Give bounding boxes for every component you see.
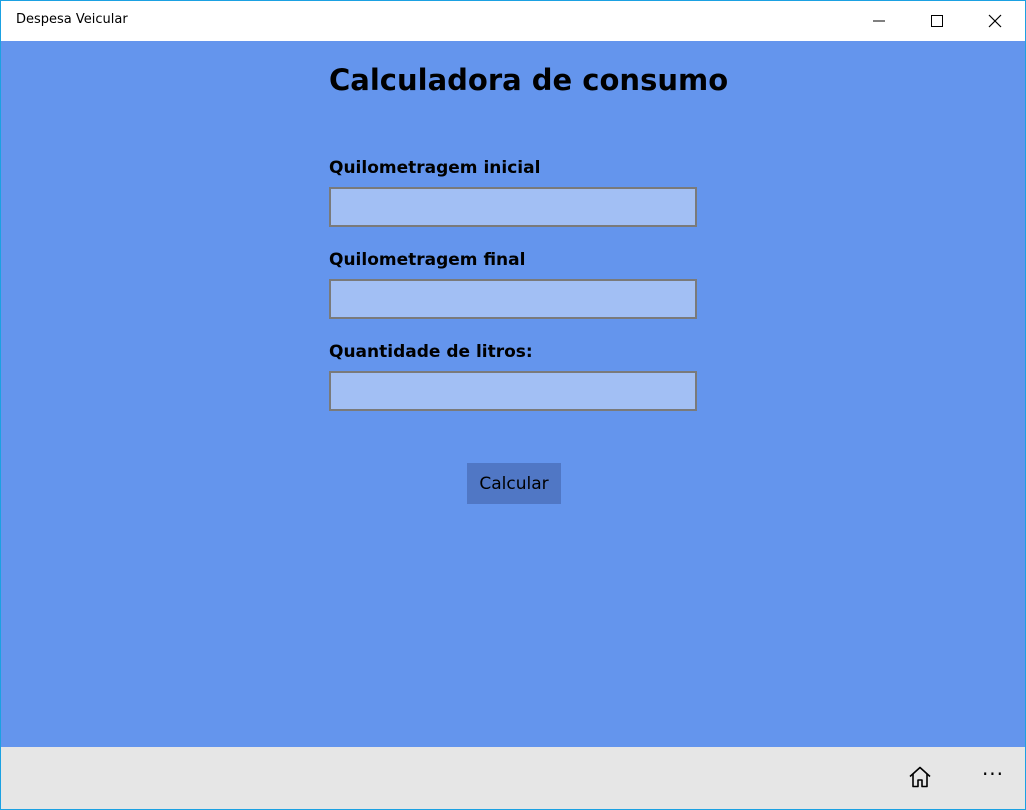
final-mileage-input[interactable] bbox=[329, 279, 697, 319]
maximize-button[interactable] bbox=[908, 1, 966, 41]
liters-quantity-label: Quantidade de litros: bbox=[329, 342, 533, 362]
close-icon bbox=[988, 14, 1002, 28]
liters-quantity-input[interactable] bbox=[329, 371, 697, 411]
initial-mileage-label: Quilometragem inicial bbox=[329, 158, 541, 178]
initial-mileage-input[interactable] bbox=[329, 187, 697, 227]
main-content: Calculadora de consumo Quilometragem ini… bbox=[1, 41, 1025, 747]
window-title: Despesa Veicular bbox=[16, 12, 128, 27]
minimize-button[interactable] bbox=[850, 1, 908, 41]
app-window: Despesa Veicular Calculadora de consumo … bbox=[0, 0, 1026, 810]
close-button[interactable] bbox=[966, 1, 1024, 41]
more-icon: ··· bbox=[981, 762, 1005, 786]
page-title: Calculadora de consumo bbox=[329, 63, 729, 97]
final-mileage-label: Quilometragem final bbox=[329, 250, 526, 270]
bottom-app-bar: ··· bbox=[1, 747, 1025, 809]
maximize-icon bbox=[931, 15, 943, 27]
home-icon bbox=[909, 766, 931, 788]
more-options-button[interactable]: ··· bbox=[971, 755, 1015, 799]
home-button[interactable] bbox=[898, 755, 942, 799]
minimize-icon bbox=[873, 20, 885, 22]
title-bar[interactable]: Despesa Veicular bbox=[1, 1, 1025, 41]
calculate-button[interactable]: Calcular bbox=[467, 463, 561, 504]
